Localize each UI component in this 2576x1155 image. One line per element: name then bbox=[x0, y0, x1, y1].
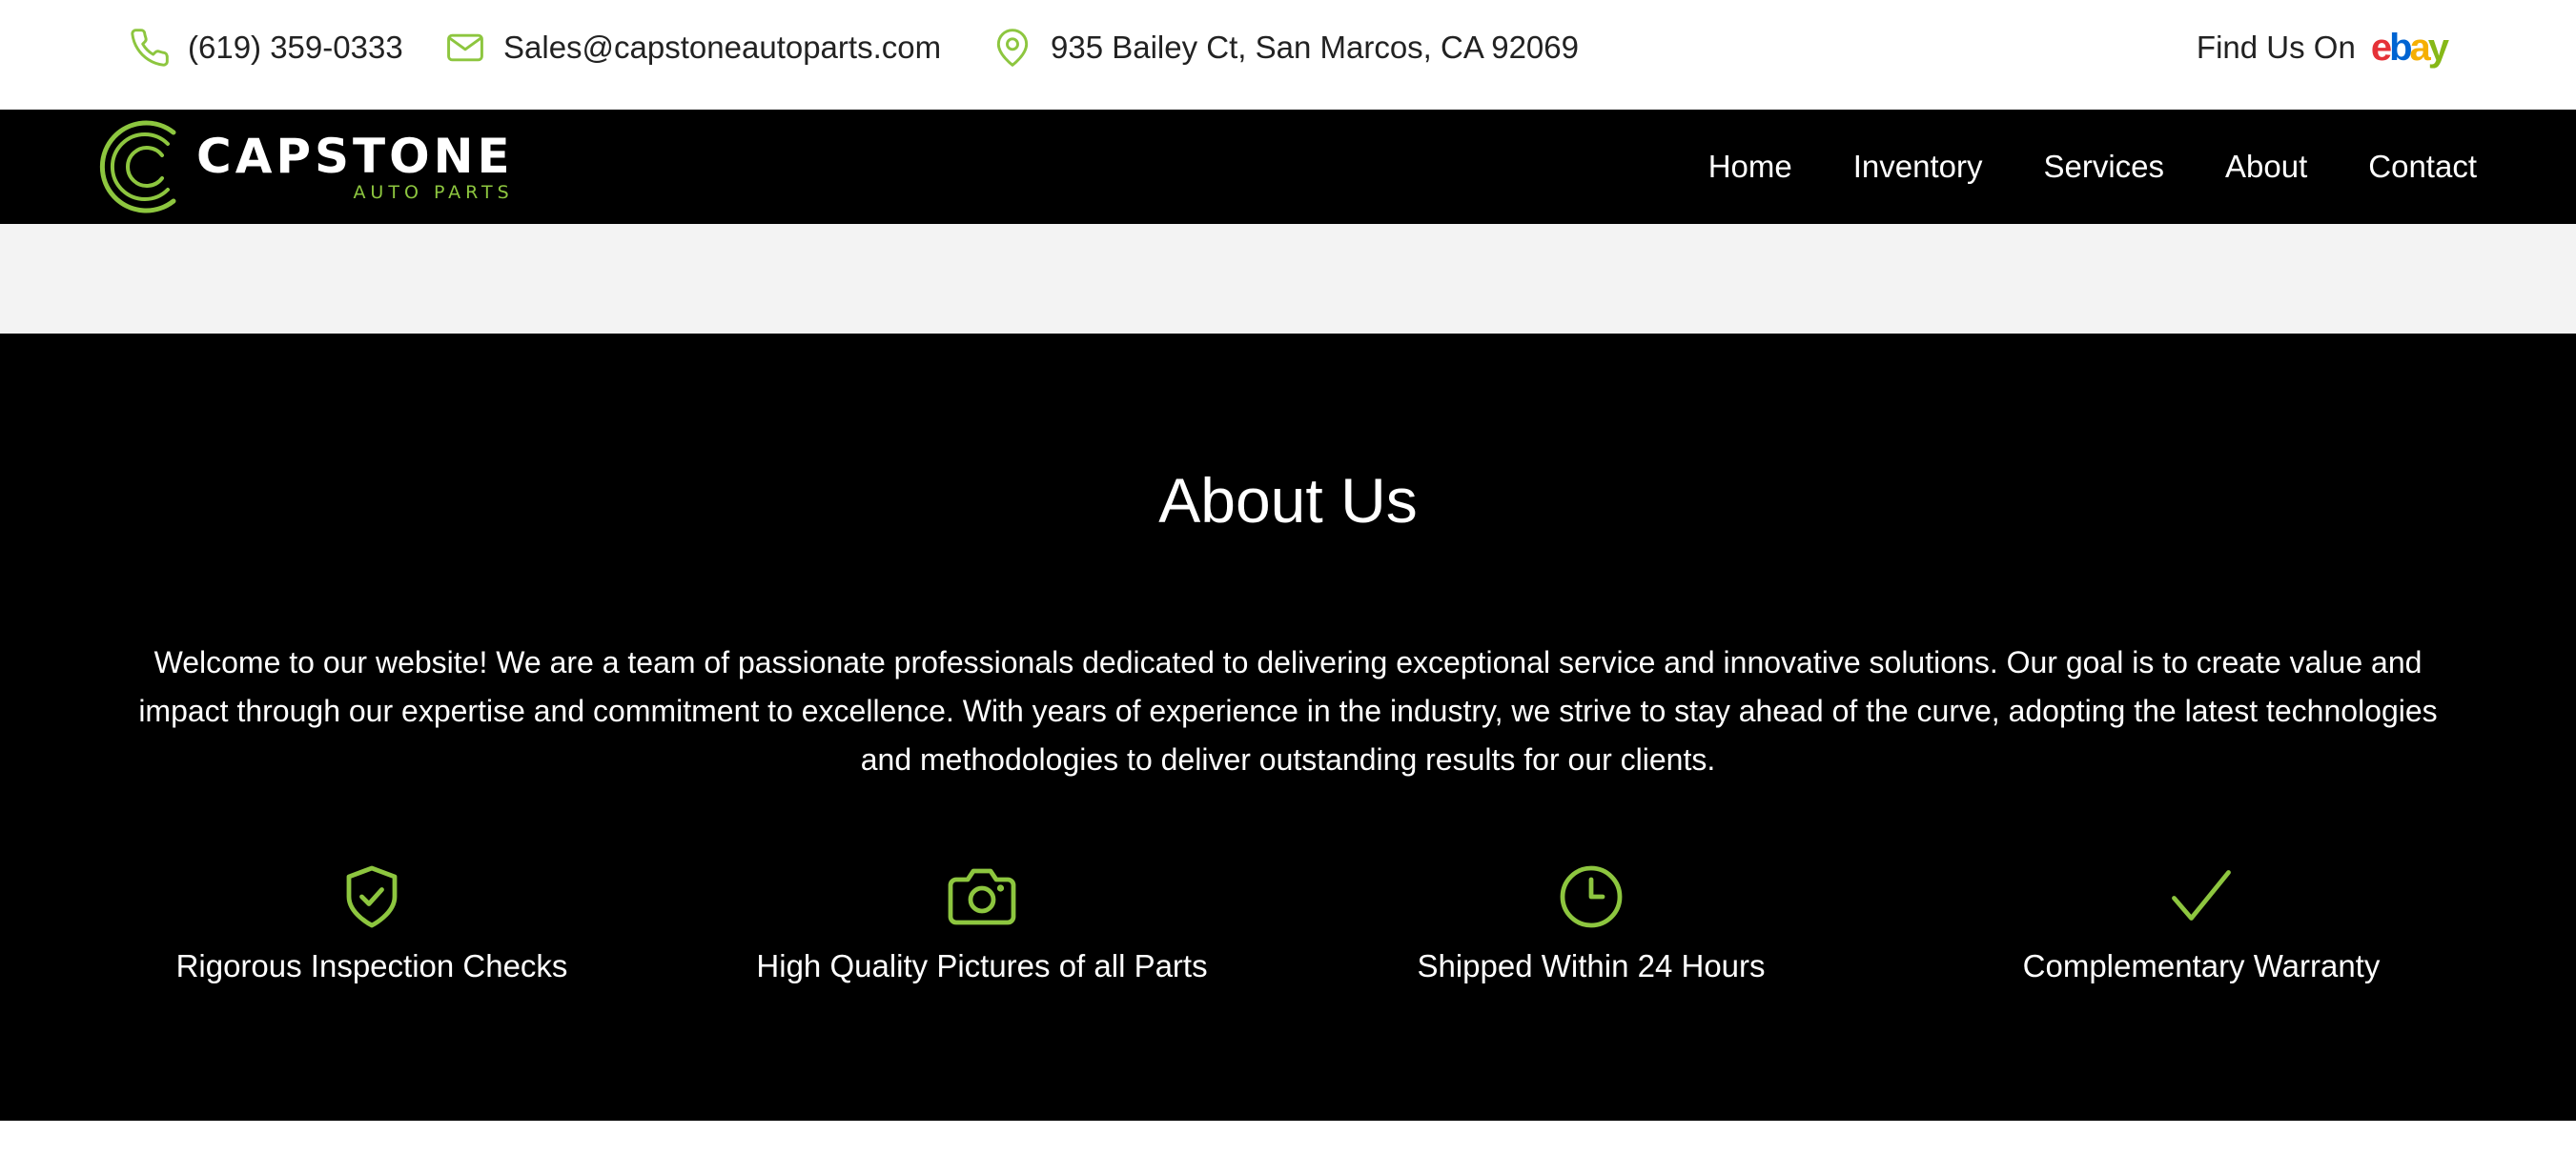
about-title: About Us bbox=[1158, 465, 1418, 536]
feature-label: Rigorous Inspection Checks bbox=[175, 948, 568, 983]
nav-about[interactable]: About bbox=[2225, 149, 2307, 185]
banner-strip bbox=[0, 224, 2576, 334]
feature-inspection: Rigorous Inspection Checks bbox=[86, 862, 658, 984]
address-contact[interactable]: 935 Bailey Ct, San Marcos, CA 92069 bbox=[992, 0, 1579, 95]
street-address[interactable]: 935 Bailey Ct, San Marcos, CA 92069 bbox=[1051, 30, 1579, 66]
nav-home[interactable]: Home bbox=[1708, 149, 1792, 185]
feature-pictures: High Quality Pictures of all Parts bbox=[696, 862, 1268, 984]
feature-label: High Quality Pictures of all Parts bbox=[756, 948, 1208, 983]
phone-contact[interactable]: (619) 359-0333 bbox=[129, 0, 403, 95]
shield-check-icon bbox=[346, 865, 398, 928]
email-address[interactable]: Sales@capstoneautoparts.com bbox=[503, 30, 941, 66]
email-contact[interactable]: Sales@capstoneautoparts.com bbox=[444, 0, 941, 95]
phone-number[interactable]: (619) 359-0333 bbox=[188, 30, 403, 66]
feature-warranty: Complementary Warranty bbox=[1915, 862, 2487, 984]
ebay-logo[interactable]: ebay bbox=[2371, 27, 2449, 70]
nav-inventory[interactable]: Inventory bbox=[1853, 149, 1983, 185]
primary-navigation: Home Inventory Services About Contact bbox=[1708, 110, 2477, 224]
brand-name: CAPSTONE bbox=[196, 128, 514, 184]
about-description: Welcome to our website! We are a team of… bbox=[138, 645, 2438, 777]
phone-icon bbox=[131, 29, 169, 67]
mail-icon bbox=[447, 33, 483, 62]
logo-swoosh-icon bbox=[99, 120, 176, 213]
brand-logo[interactable]: CAPSTONE AUTO PARTS bbox=[95, 119, 514, 214]
find-us-on-ebay[interactable]: Find Us On ebay bbox=[2196, 0, 2449, 95]
clock-icon bbox=[1560, 865, 1623, 928]
brand-tagline: AUTO PARTS bbox=[353, 181, 514, 203]
feature-label: Shipped Within 24 Hours bbox=[1417, 948, 1766, 983]
find-us-label: Find Us On bbox=[2196, 30, 2356, 65]
about-section: About Us Welcome to our website! We are … bbox=[0, 334, 2576, 1121]
map-pin-icon bbox=[996, 29, 1029, 67]
feature-label: Complementary Warranty bbox=[2022, 948, 2381, 983]
checkmark-icon bbox=[2172, 870, 2231, 921]
camera-icon bbox=[948, 868, 1016, 925]
feature-shipping: Shipped Within 24 Hours bbox=[1305, 862, 1877, 984]
nav-services[interactable]: Services bbox=[2043, 149, 2164, 185]
main-navbar: CAPSTONE AUTO PARTS Home Inventory Servi… bbox=[0, 110, 2576, 224]
nav-contact[interactable]: Contact bbox=[2368, 149, 2477, 185]
top-contact-bar: (619) 359-0333 Sales@capstoneautoparts.c… bbox=[0, 0, 2576, 110]
